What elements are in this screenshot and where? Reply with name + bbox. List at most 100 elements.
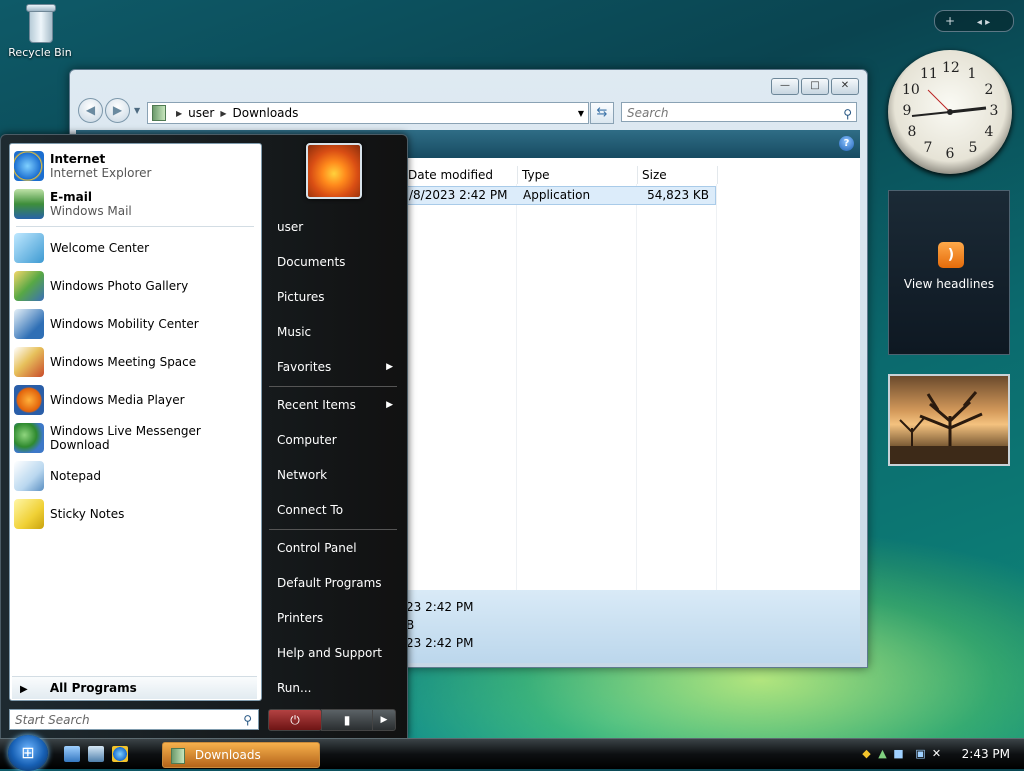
breadcrumb-user[interactable]: user	[188, 106, 214, 120]
taskbar-item-downloads[interactable]: Downloads	[162, 742, 320, 768]
list-item[interactable]: Welcome Center	[14, 230, 258, 266]
security-shield-icon[interactable]: ◆	[860, 747, 873, 760]
detail-line: 23 2:42 PM	[406, 600, 474, 614]
start-item-printers[interactable]: Printers	[277, 608, 397, 628]
recycle-bin-icon	[25, 4, 56, 43]
pinned-internet[interactable]: Internet Internet Explorer	[14, 148, 258, 184]
start-item-connect-to[interactable]: Connect To	[277, 500, 397, 520]
shutdown-options-button[interactable]: ▶	[372, 709, 396, 731]
start-item-user[interactable]: user	[277, 217, 397, 237]
program-label: Windows Photo Gallery	[50, 279, 189, 293]
windows-mail-icon	[14, 189, 44, 219]
start-item-pictures[interactable]: Pictures	[277, 287, 397, 307]
start-item-music[interactable]: Music	[277, 322, 397, 342]
start-search-input[interactable]: Start Search ⚲	[9, 709, 259, 730]
address-bar[interactable]: ▶ user ▶ Downloads ▼	[147, 102, 589, 124]
welcome-center-icon	[14, 233, 44, 263]
column-date-modified[interactable]: Date modified	[404, 166, 518, 184]
refresh-button[interactable]: ⇆	[590, 102, 614, 124]
start-item-network[interactable]: Network	[277, 465, 397, 485]
internet-explorer-icon	[14, 151, 44, 181]
volume-muted-icon[interactable]: ✕	[930, 747, 943, 760]
photo-gallery-icon	[14, 271, 44, 301]
pinned-subtitle: Windows Mail	[50, 204, 132, 218]
programs-pane: Internet Internet Explorer E-mail Window…	[9, 143, 262, 701]
pinned-subtitle: Internet Explorer	[50, 166, 152, 180]
show-desktop-icon[interactable]	[64, 746, 80, 762]
file-size: 54,823 KB	[647, 188, 709, 202]
network-icon[interactable]: ▣	[914, 747, 927, 760]
start-item-recent[interactable]: Recent Items ▶	[277, 395, 397, 415]
back-button[interactable]: ◀	[78, 98, 103, 123]
internet-explorer-icon[interactable]	[112, 746, 128, 762]
list-item[interactable]: Windows Mobility Center	[14, 306, 258, 342]
all-programs-button[interactable]: ▶ All Programs	[12, 676, 257, 699]
table-row[interactable]: /8/2023 2:42 PM Application 54,823 KB	[404, 186, 716, 205]
start-item-run[interactable]: Run...	[277, 678, 397, 698]
recycle-bin[interactable]: Recycle Bin	[6, 2, 74, 59]
gadget-nav-arrows[interactable]: ◂ ▸	[977, 17, 990, 28]
start-search-placeholder: Start Search	[15, 713, 90, 727]
help-icon[interactable]: ?	[839, 136, 854, 151]
forward-button[interactable]: ▶	[105, 98, 130, 123]
start-item-documents[interactable]: Documents	[277, 252, 397, 272]
slideshow-gadget[interactable]	[888, 374, 1010, 466]
start-item-favorites[interactable]: Favorites ▶	[277, 357, 397, 377]
taskbar-clock[interactable]: 2:43 PM	[962, 739, 1010, 769]
start-button[interactable]: ⊞	[8, 735, 48, 771]
user-avatar[interactable]	[306, 143, 362, 199]
pinned-title: E-mail	[50, 190, 93, 204]
file-type: Application	[523, 188, 591, 202]
list-item[interactable]: Windows Media Player	[14, 382, 258, 418]
search-input[interactable]: Search ⚲	[621, 102, 857, 122]
history-dropdown-icon[interactable]: ▼	[134, 106, 140, 115]
messenger-icon	[14, 423, 44, 453]
taskbar: ⊞ Downloads ◆ ▲ ■ ▣ ✕ 2:43 PM	[0, 735, 1024, 771]
feed-headlines-gadget[interactable]: ) View headlines	[888, 190, 1010, 355]
search-icon[interactable]: ⚲	[243, 710, 252, 731]
submenu-arrow-icon: ▶	[386, 362, 393, 372]
pinned-email[interactable]: E-mail Windows Mail	[14, 186, 258, 222]
start-item-default-programs[interactable]: Default Programs	[277, 573, 397, 593]
lock-button[interactable]: ▮	[321, 709, 373, 731]
list-item[interactable]: Windows Photo Gallery	[14, 268, 258, 304]
maximize-button[interactable]: □	[801, 78, 829, 95]
list-item[interactable]: Windows Live Messenger Download	[14, 420, 258, 456]
column-type[interactable]: Type	[518, 166, 638, 184]
chevron-right-icon[interactable]: ▶	[176, 109, 182, 118]
power-icon: ⏻	[290, 713, 300, 727]
search-placeholder: Search	[627, 106, 669, 120]
add-gadget-button[interactable]: +	[945, 14, 955, 28]
chevron-right-icon: ▶	[20, 684, 28, 695]
start-item-control-panel[interactable]: Control Panel	[277, 538, 397, 558]
program-label: Windows Meeting Space	[50, 355, 197, 369]
list-item[interactable]: Sticky Notes	[14, 496, 258, 532]
chevron-right-icon[interactable]: ▶	[220, 109, 226, 118]
breadcrumb-downloads[interactable]: Downloads	[233, 106, 299, 120]
column-size[interactable]: Size	[638, 166, 718, 184]
switch-windows-icon[interactable]	[88, 746, 104, 762]
program-label: Welcome Center	[50, 241, 150, 255]
program-label: Windows Mobility Center	[50, 317, 199, 331]
windows-defender-icon[interactable]: ■	[892, 747, 905, 760]
start-item-computer[interactable]: Computer	[277, 430, 397, 450]
recycle-bin-label: Recycle Bin	[8, 46, 72, 59]
power-button[interactable]: ⏻	[268, 709, 322, 731]
pinned-title: Internet	[50, 152, 106, 166]
media-player-icon	[14, 385, 44, 415]
view-headlines-label[interactable]: View headlines	[889, 277, 1009, 291]
list-item[interactable]: Windows Meeting Space	[14, 344, 258, 380]
address-dropdown-icon[interactable]: ▼	[578, 109, 584, 118]
favorites-label: Favorites	[277, 360, 332, 374]
list-item[interactable]: Notepad	[14, 458, 258, 494]
program-label: Windows Live Messenger Download	[50, 424, 201, 452]
search-icon[interactable]: ⚲	[843, 104, 852, 124]
clock-gadget[interactable]: 12 1 2 3 4 5 6 7 8 9 10 11	[888, 50, 1012, 174]
update-icon[interactable]: ▲	[876, 747, 889, 760]
windows-logo-icon: ⊞	[21, 743, 35, 762]
system-tray: ◆ ▲ ■ ▣ ✕ 2:43 PM	[854, 739, 1024, 769]
start-item-help[interactable]: Help and Support	[277, 643, 397, 663]
close-button[interactable]: ✕	[831, 78, 859, 95]
minimize-button[interactable]: —	[771, 78, 799, 95]
clock-hands	[911, 89, 987, 117]
